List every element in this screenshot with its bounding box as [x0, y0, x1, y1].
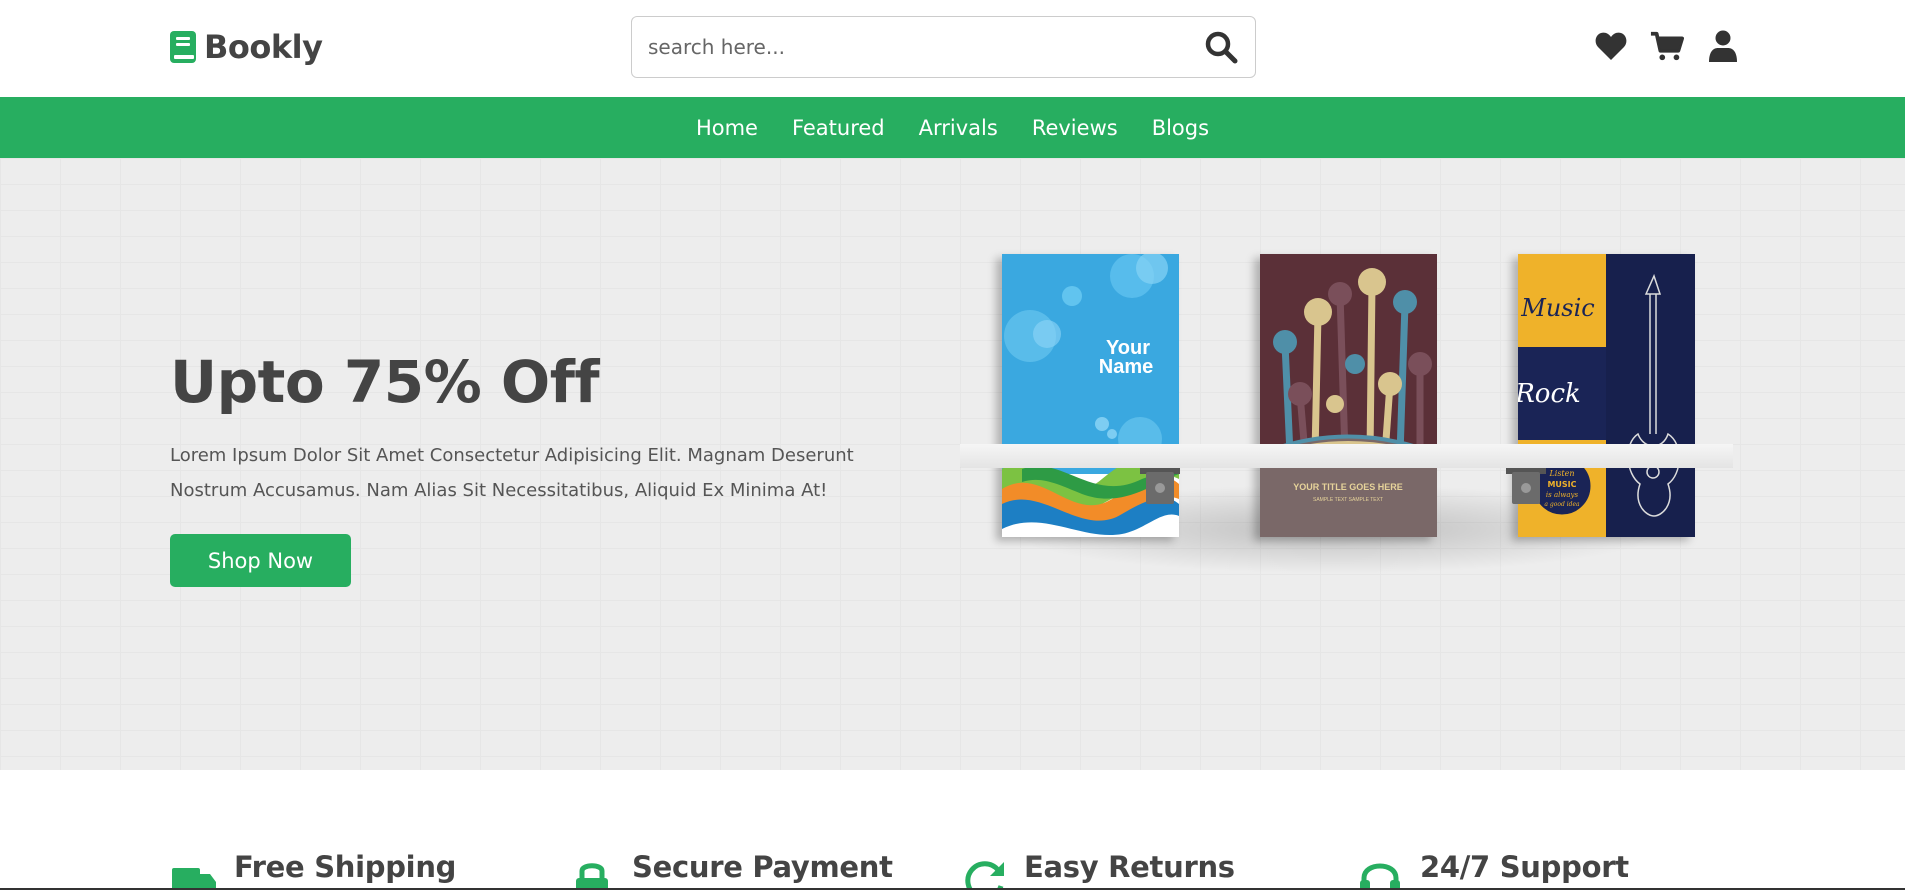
account-button[interactable] [1706, 28, 1740, 64]
cart-icon [1650, 31, 1684, 61]
shelf-bracket [1506, 468, 1546, 504]
logo[interactable]: Bookly [170, 28, 323, 66]
header: Bookly [0, 0, 1905, 97]
svg-text:Rock: Rock [1518, 379, 1581, 409]
book-cover-art: YOUR TITLE GOES HERE SAMPLE TEXT SAMPLE … [1260, 254, 1437, 537]
nav-arrivals[interactable]: Arrivals [919, 116, 998, 140]
feature-title: Easy Returns [1024, 850, 1235, 884]
hero-description: Lorem Ipsum Dolor Sit Amet Consectetur A… [170, 445, 854, 501]
svg-text:Listen: Listen [1548, 469, 1574, 478]
header-icons [1594, 28, 1740, 64]
feature-title: Free Shipping [234, 850, 457, 884]
heart-icon [1595, 32, 1627, 60]
feature-item: 24/7 Support [1356, 850, 1629, 890]
search-input[interactable] [648, 17, 1188, 77]
book-icon [170, 31, 196, 63]
book-cover[interactable]: YOUR TITLE GOES HERE SAMPLE TEXT SAMPLE … [1260, 254, 1437, 537]
truck-icon [172, 868, 216, 890]
user-icon [1709, 30, 1737, 62]
main-nav: Home Featured Arrivals Reviews Blogs [0, 97, 1905, 158]
hero-section: Upto 75% Off Lorem Ipsum Dolor Sit Amet … [0, 158, 1905, 770]
headset-icon [1360, 863, 1400, 890]
svg-text:Name: Name [1099, 356, 1153, 378]
feature-item: Free Shipping [170, 850, 456, 890]
svg-text:YOUR TITLE GOES HERE: YOUR TITLE GOES HERE [1293, 482, 1403, 492]
shelf-bracket [1140, 468, 1180, 504]
nav-reviews[interactable]: Reviews [1032, 116, 1118, 140]
svg-text:MUSIC: MUSIC [1547, 480, 1576, 489]
lock-icon [576, 863, 608, 890]
wishlist-button[interactable] [1594, 28, 1628, 64]
feature-title: 24/7 Support [1420, 850, 1629, 884]
hero-title: Upto 75% Off [170, 348, 600, 416]
svg-text:SAMPLE TEXT SAMPLE TEXT: SAMPLE TEXT SAMPLE TEXT [1313, 497, 1383, 503]
shop-now-button[interactable]: Shop Now [170, 534, 351, 587]
svg-text:is always: is always [1546, 491, 1579, 499]
book-shelf: Your Name YOUR TITLE GOES HERE SAMPLE TE… [960, 254, 1735, 594]
search-icon [1205, 31, 1238, 64]
search-form [631, 16, 1256, 78]
feature-title: Secure Payment [632, 850, 893, 884]
feature-item: Easy Returns [960, 850, 1235, 890]
svg-text:Music: Music [1520, 294, 1594, 322]
search-button[interactable] [1203, 30, 1239, 66]
nav-blogs[interactable]: Blogs [1152, 116, 1209, 140]
cart-button[interactable] [1650, 28, 1684, 64]
redo-icon [965, 861, 1004, 890]
nav-featured[interactable]: Featured [792, 116, 885, 140]
svg-text:a good idea: a good idea [1544, 501, 1580, 508]
brand-name: Bookly [204, 28, 323, 66]
nav-home[interactable]: Home [696, 116, 758, 140]
feature-item: Secure Payment [568, 850, 893, 890]
features-section: Free Shipping Secure Payment Easy Return… [0, 770, 1905, 890]
